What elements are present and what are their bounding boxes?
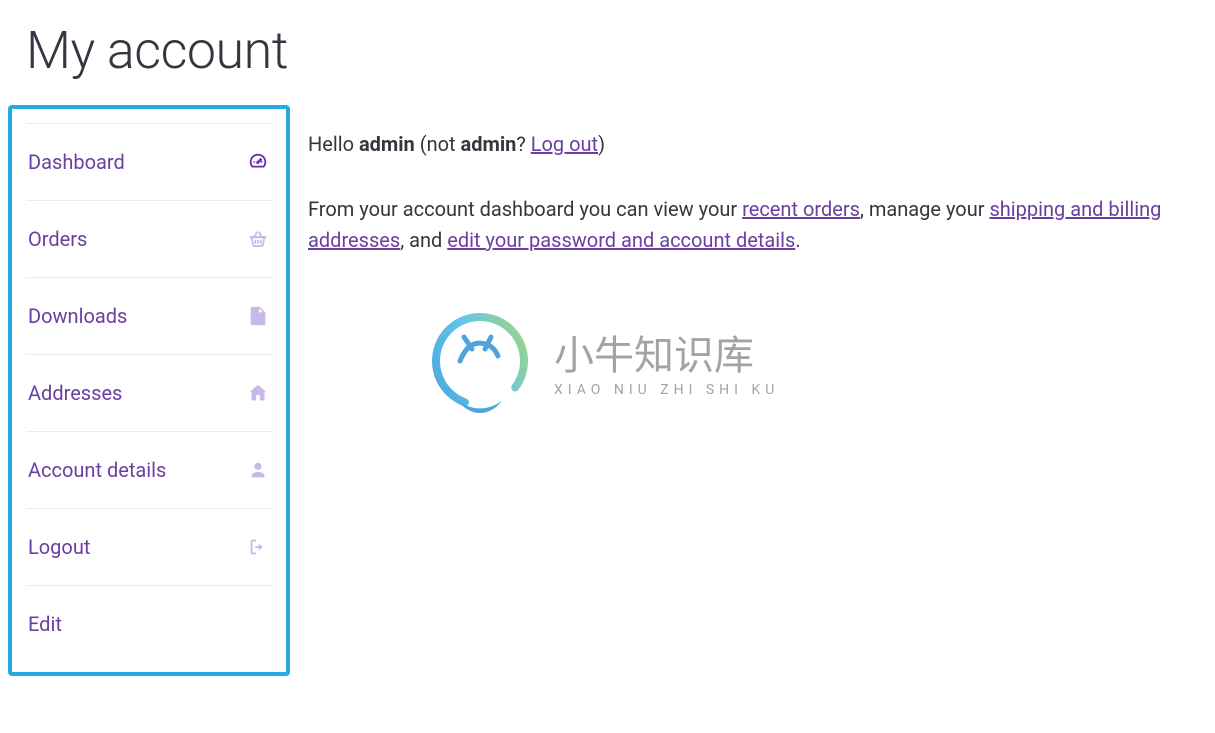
sign-out-icon (246, 535, 270, 559)
dashboard-icon (246, 150, 270, 174)
sidebar-item-account-details[interactable]: Account details (26, 431, 272, 508)
username: admin (359, 132, 415, 156)
sidebar-item-label: Edit (28, 612, 62, 636)
home-icon (246, 381, 270, 405)
file-icon (246, 304, 270, 328)
greeting-text: Hello admin (not admin? Log out) (308, 129, 1207, 160)
edit-account-link[interactable]: edit your password and account details (447, 228, 795, 252)
dashboard-content: Hello admin (not admin? Log out) From yo… (308, 105, 1207, 290)
logout-link[interactable]: Log out (531, 132, 598, 156)
sidebar-item-label: Logout (28, 535, 90, 559)
user-icon (246, 458, 270, 482)
sidebar-item-label: Account details (28, 458, 166, 482)
recent-orders-link[interactable]: recent orders (742, 197, 860, 221)
empty-icon (246, 612, 270, 636)
sidebar-item-label: Downloads (28, 304, 127, 328)
basket-icon (246, 227, 270, 251)
sidebar-item-edit[interactable]: Edit (26, 585, 272, 662)
sidebar-item-addresses[interactable]: Addresses (26, 354, 272, 431)
sidebar-item-dashboard[interactable]: Dashboard (26, 123, 272, 200)
account-nav-sidebar: Dashboard Orders Downloads Addresses Acc (8, 105, 290, 676)
sidebar-item-downloads[interactable]: Downloads (26, 277, 272, 354)
dashboard-description: From your account dashboard you can view… (308, 194, 1207, 256)
sidebar-item-orders[interactable]: Orders (26, 200, 272, 277)
sidebar-item-label: Orders (28, 227, 87, 251)
page-title: My account (26, 20, 1207, 81)
sidebar-item-label: Dashboard (28, 150, 125, 174)
sidebar-item-label: Addresses (28, 381, 122, 405)
sidebar-item-logout[interactable]: Logout (26, 508, 272, 585)
